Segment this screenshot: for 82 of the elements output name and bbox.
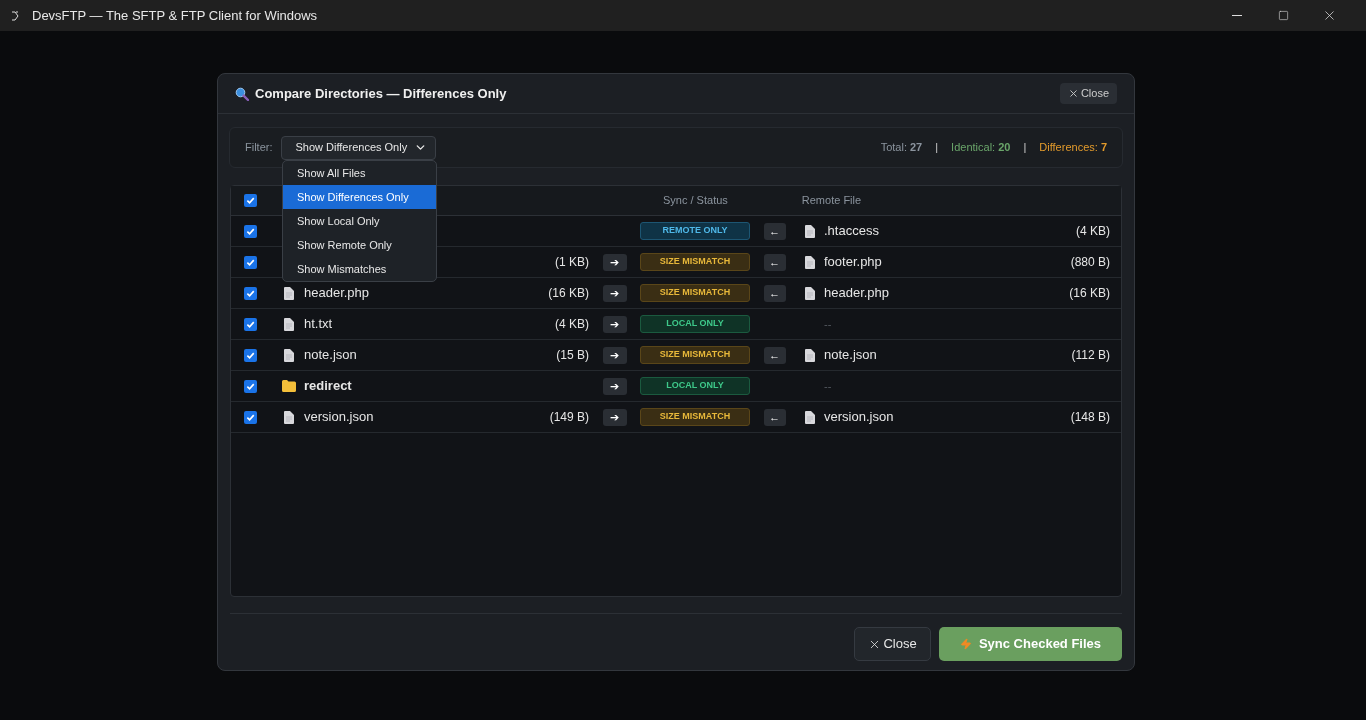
file-name: .htaccess [824, 222, 880, 241]
download-button[interactable]: ← [763, 253, 786, 271]
status-badge: SIZE MISMATCH [640, 346, 750, 364]
file-icon [805, 224, 815, 238]
minimize-icon [1232, 15, 1242, 16]
download-button[interactable]: ← [763, 346, 786, 364]
upload-button[interactable]: ➔ [602, 346, 627, 364]
file-size: (880 B) [1070, 254, 1110, 271]
file-name: redirect [304, 377, 353, 396]
filter-option[interactable]: Show All Files [283, 161, 436, 185]
close-button[interactable]: Close [1059, 83, 1117, 104]
file-icon [805, 410, 815, 424]
upload-button[interactable]: ➔ [602, 408, 627, 426]
file-size: (15 B) [555, 347, 589, 364]
file-icon [284, 348, 294, 362]
upload-button[interactable]: ➔ [602, 284, 627, 302]
missing-file-text: -- [824, 316, 832, 332]
missing-file-text: -- [824, 378, 832, 394]
file-name: ht.txt [304, 315, 334, 334]
file-size: (148 B) [1070, 409, 1110, 426]
file-name: version.json [824, 408, 895, 427]
status-badge: LOCAL ONLY [640, 377, 750, 395]
file-name: note.json [824, 346, 878, 365]
filter-option[interactable]: Show Local Only [283, 209, 436, 233]
file-size: (149 B) [548, 409, 589, 426]
file-name: footer.php [824, 253, 883, 272]
checkbox[interactable] [243, 286, 257, 300]
window-title: DevsFTP — The SFTP & FTP Client for Windows [32, 6, 318, 25]
file-icon [805, 286, 815, 300]
file-size: (1 KB) [554, 254, 589, 271]
file-icon [805, 348, 815, 362]
maximize-icon [1277, 10, 1289, 21]
folder-icon [282, 380, 296, 392]
file-size: (16 KB) [1069, 285, 1110, 302]
upload-button[interactable]: ➔ [602, 315, 627, 333]
close-button[interactable]: Close [854, 627, 931, 661]
checkbox[interactable] [243, 255, 257, 269]
checkbox[interactable] [243, 194, 257, 207]
stat-text: Identical: 20 [951, 140, 1011, 156]
file-size: (4 KB) [1076, 223, 1110, 240]
filter-dropdown[interactable]: Show Differences Only [280, 135, 436, 160]
app-icon [11, 10, 21, 21]
file-name: version.json [304, 408, 375, 427]
download-button[interactable]: ← [763, 222, 786, 240]
file-size: (4 KB) [554, 316, 589, 333]
file-name: note.json [304, 346, 358, 365]
upload-button[interactable]: ➔ [602, 253, 627, 271]
file-size: (112 B) [1071, 347, 1110, 364]
file-name: header.php [824, 284, 891, 303]
file-icon [284, 286, 294, 300]
stat-text: Differences: 7 [1039, 140, 1107, 156]
checkbox[interactable] [243, 348, 257, 362]
file-name: header.php [304, 284, 371, 303]
status-badge: REMOTE ONLY [640, 222, 750, 240]
checkbox[interactable] [243, 410, 257, 424]
status-badge: SIZE MISMATCH [640, 408, 750, 426]
filter-option[interactable]: Show Differences Only [283, 185, 436, 209]
stat-separator: | [935, 140, 939, 156]
status-badge: SIZE MISMATCH [640, 253, 750, 271]
download-button[interactable]: ← [763, 284, 786, 302]
dialog-title: Compare Directories — Differences Only [255, 84, 507, 103]
column-header: Sync / Status [663, 193, 728, 209]
lightning-icon [959, 638, 972, 650]
filter-option[interactable]: Show Mismatches [283, 257, 436, 281]
stat-text: Total: 27 [880, 140, 923, 156]
file-icon [805, 255, 815, 269]
status-badge: SIZE MISMATCH [640, 284, 750, 302]
column-header: Remote File [801, 193, 862, 209]
file-icon [284, 317, 294, 331]
checkbox[interactable] [243, 379, 257, 393]
filter-option[interactable]: Show Remote Only [283, 233, 436, 257]
file-icon [284, 410, 294, 424]
stat-separator: | [1023, 140, 1027, 156]
checkbox[interactable] [243, 317, 257, 331]
search-icon [235, 86, 249, 101]
download-button[interactable]: ← [763, 408, 786, 426]
status-badge: LOCAL ONLY [640, 315, 750, 333]
file-size: (16 KB) [547, 285, 589, 302]
filter-label: Filter: [245, 140, 273, 156]
checkbox[interactable] [243, 224, 257, 238]
upload-button[interactable]: ➔ [602, 377, 627, 395]
close-icon [1067, 88, 1079, 99]
